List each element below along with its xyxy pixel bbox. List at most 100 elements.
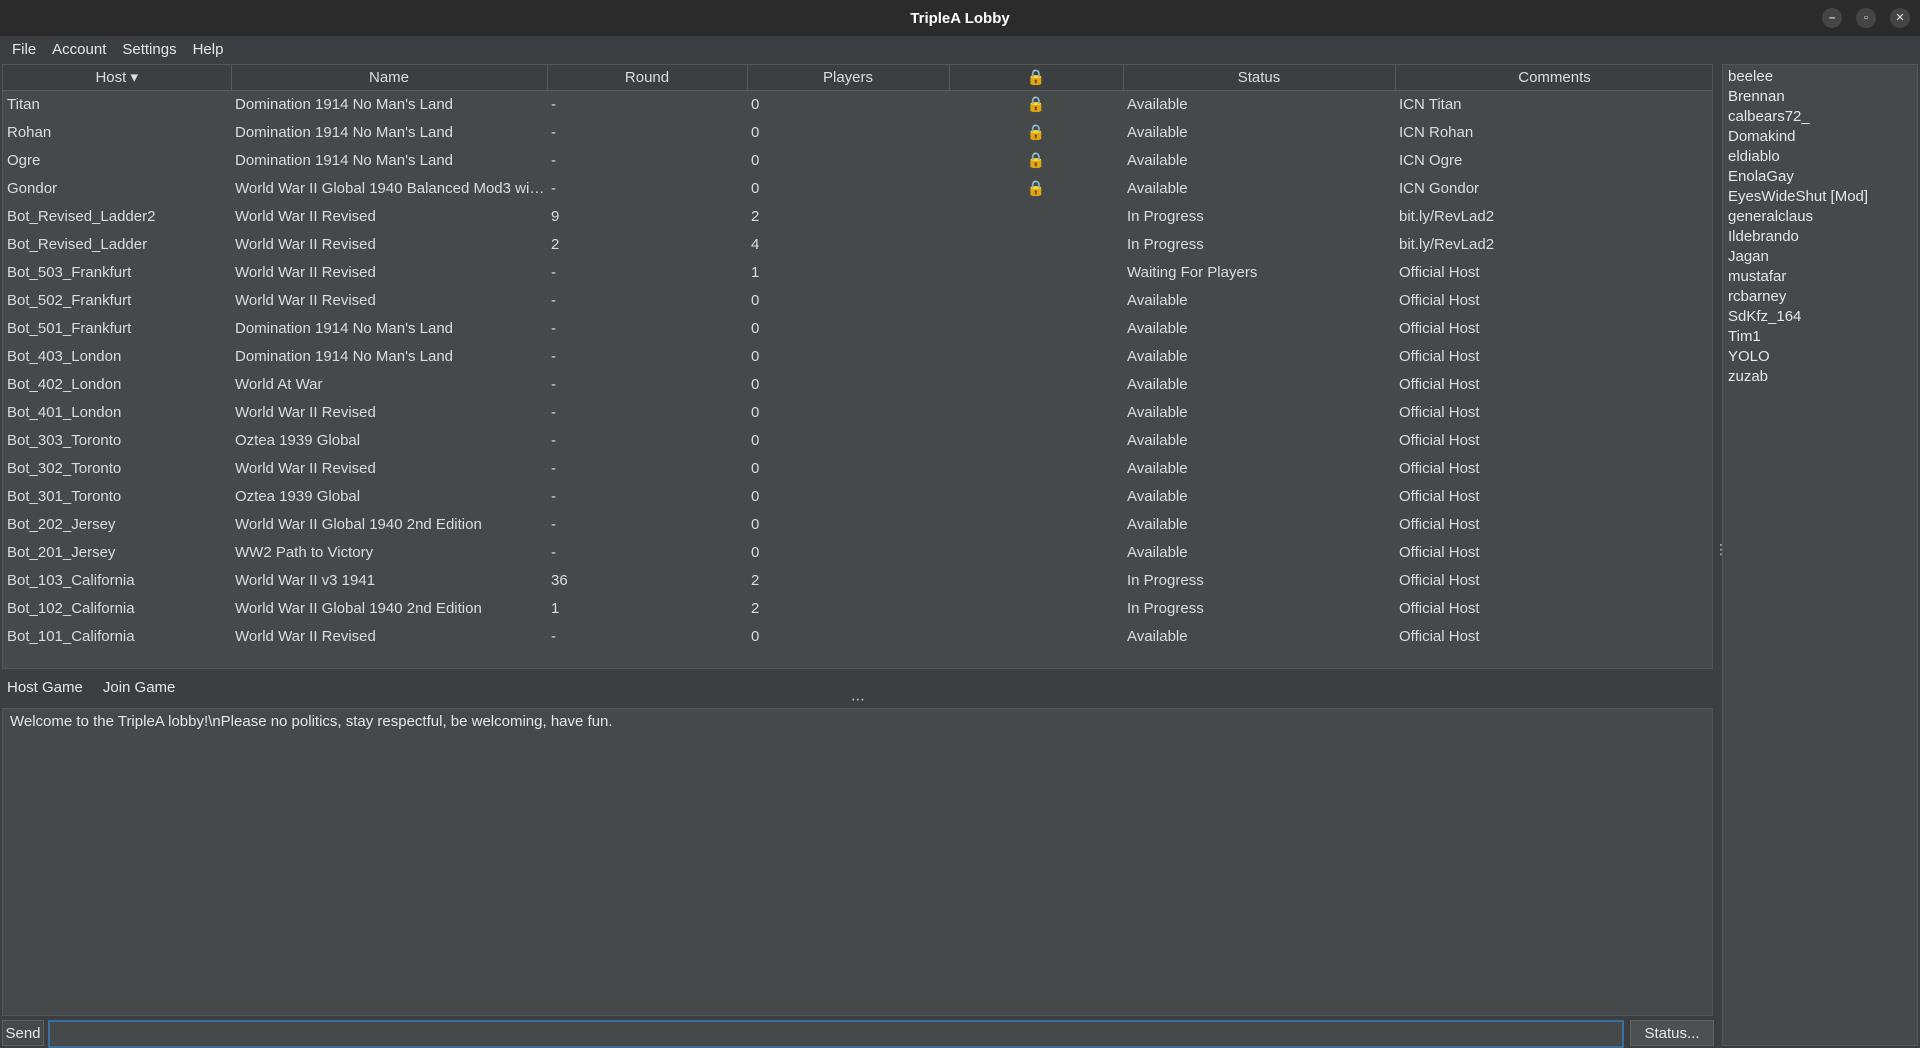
send-button[interactable]: Send [2, 1020, 44, 1046]
user-list-item[interactable]: Ildebrando [1728, 227, 1912, 247]
cell-comments: Official Host [1399, 375, 1480, 393]
cell-players: 2 [751, 207, 760, 225]
table-row[interactable]: Rohan Domination 1914 No Man's Land - 0 🔒 Ava… [3, 118, 1712, 146]
cell-host: Bot_Revised_Ladder [7, 235, 148, 253]
table-row[interactable]: Ogre Domination 1914 No Man's Land - 0 🔒 Avai… [3, 146, 1712, 174]
table-row[interactable]: Bot_502_Frankfurt World War II Revised - 0 A… [3, 286, 1712, 314]
cell-players: 0 [751, 627, 760, 645]
table-row[interactable]: Gondor World War II Global 1940 Balanced … [3, 174, 1712, 202]
lock-icon [949, 594, 1123, 622]
cell-name: World War II Revised [235, 263, 376, 281]
vertical-splitter-handle[interactable]: ⋮ [1714, 542, 1728, 566]
menu-help[interactable]: Help [185, 41, 232, 58]
column-header-status[interactable]: Status [1123, 65, 1396, 91]
column-header-players[interactable]: Players [747, 65, 950, 91]
cell-name: World War II Global 1940 Balanced Mod3 w… [235, 179, 547, 197]
user-list-item[interactable]: YOLO [1728, 347, 1912, 367]
cell-host: Ogre [7, 151, 41, 169]
menu-settings[interactable]: Settings [114, 41, 184, 58]
lock-icon [949, 538, 1123, 566]
column-header-comments[interactable]: Comments [1395, 65, 1712, 91]
user-list-item[interactable]: EyesWideShut [Mod] [1728, 187, 1912, 207]
cell-comments: Official Host [1399, 459, 1480, 477]
chat-input[interactable] [48, 1020, 1624, 1048]
game-actions-bar: Host Game Join Game [2, 676, 180, 698]
cell-players: 0 [751, 403, 760, 421]
cell-players: 0 [751, 151, 760, 169]
join-game-button[interactable]: Join Game [98, 679, 181, 696]
minimize-icon[interactable]: – [1822, 8, 1842, 28]
cell-host: Bot_503_Frankfurt [7, 263, 132, 281]
chat-input-bar: Send Status... [0, 1020, 1720, 1048]
lock-icon [949, 566, 1123, 594]
table-row[interactable]: Bot_Revised_Ladder2 World War II Revised 9… [3, 202, 1712, 230]
user-list-item[interactable]: SdKfz_164 [1728, 307, 1912, 327]
cell-status: Available [1127, 123, 1188, 141]
table-row[interactable]: Bot_Revised_Ladder World War II Revised 2 4… [3, 230, 1712, 258]
user-list-item[interactable]: mustafar [1728, 267, 1912, 287]
horizontal-splitter-handle[interactable]: ⋯ [850, 692, 866, 706]
close-icon[interactable]: ✕ [1890, 8, 1910, 28]
user-list-item[interactable]: Tim1 [1728, 327, 1912, 347]
cell-comments: ICN Titan [1399, 95, 1462, 113]
cell-host: Bot_401_London [7, 403, 122, 421]
user-list-item[interactable]: eldiablo [1728, 147, 1912, 167]
user-list-item[interactable]: EnolaGay [1728, 167, 1912, 187]
table-row[interactable]: Bot_202_Jersey World War II Global 1940 2… [3, 510, 1712, 538]
table-row[interactable]: Bot_301_Toronto Oztea 1939 Global - 0 Availa… [3, 482, 1712, 510]
cell-name: World War II Revised [235, 207, 376, 225]
user-list-item[interactable]: generalclaus [1728, 207, 1912, 227]
cell-comments: bit.ly/RevLad2 [1399, 207, 1495, 225]
table-row[interactable]: Bot_103_California World War II v3 1941 36… [3, 566, 1712, 594]
user-list-item[interactable]: Brennan [1728, 87, 1912, 107]
cell-round: - [551, 179, 556, 197]
lock-icon: 🔒 [1026, 96, 1046, 114]
cell-status: Available [1127, 151, 1188, 169]
status-button[interactable]: Status... [1630, 1020, 1714, 1046]
cell-host: Bot_402_London [7, 375, 122, 393]
column-header-lock-icon[interactable]: 🔒 [949, 65, 1124, 91]
table-row[interactable]: Titan Domination 1914 No Man's Land - 0 🔒 Ava… [3, 90, 1712, 118]
cell-players: 0 [751, 459, 760, 477]
cell-status: Waiting For Players [1127, 263, 1258, 281]
cell-comments: Official Host [1399, 627, 1480, 645]
cell-host: Bot_202_Jersey [7, 515, 116, 533]
cell-round: - [551, 347, 556, 365]
column-header-round[interactable]: Round [547, 65, 748, 91]
table-row[interactable]: Bot_503_Frankfurt World War II Revised - 1 W… [3, 258, 1712, 286]
table-row[interactable]: Bot_101_California World War II Revised - 0… [3, 622, 1712, 650]
cell-host: Bot_101_California [7, 627, 135, 645]
user-list-item[interactable]: zuzab [1728, 367, 1912, 387]
maximize-icon[interactable]: ▫ [1856, 8, 1876, 28]
column-header-host[interactable]: Host ▾ [3, 65, 232, 91]
user-list-item[interactable]: Domakind [1728, 127, 1912, 147]
user-list-item[interactable]: Jagan [1728, 247, 1912, 267]
column-header-name[interactable]: Name [231, 65, 548, 91]
user-list-item[interactable]: rcbarney [1728, 287, 1912, 307]
cell-host: Bot_301_Toronto [7, 487, 122, 505]
table-row[interactable]: Bot_102_California World War II Global 19… [3, 594, 1712, 622]
cell-name: Oztea 1939 Global [235, 431, 361, 449]
cell-status: Available [1127, 95, 1188, 113]
table-row[interactable]: Bot_401_London World War II Revised - 0 Avai… [3, 398, 1712, 426]
table-row[interactable]: Bot_201_Jersey WW2 Path to Victory - 0 Avail… [3, 538, 1712, 566]
lock-icon [949, 398, 1123, 426]
cell-players: 0 [751, 515, 760, 533]
table-row[interactable]: Bot_403_London Domination 1914 No Man's L… [3, 342, 1712, 370]
user-list-item[interactable]: beelee [1728, 67, 1912, 87]
menu-account[interactable]: Account [44, 41, 114, 58]
menu-file[interactable]: File [4, 41, 44, 58]
table-row[interactable]: Bot_402_London World At War - 0 Available Off… [3, 370, 1712, 398]
table-row[interactable]: Bot_501_Frankfurt Domination 1914 No Man'… [3, 314, 1712, 342]
cell-round: - [551, 459, 556, 477]
cell-status: Available [1127, 347, 1188, 365]
cell-round: 2 [551, 235, 560, 253]
cell-name: WW2 Path to Victory [235, 543, 374, 561]
cell-name: World War II Revised [235, 459, 376, 477]
cell-host: Gondor [7, 179, 58, 197]
table-row[interactable]: Bot_302_Toronto World War II Revised - 0 Ava… [3, 454, 1712, 482]
table-row[interactable]: Bot_303_Toronto Oztea 1939 Global - 0 Availa… [3, 426, 1712, 454]
cell-host: Bot_502_Frankfurt [7, 291, 132, 309]
host-game-button[interactable]: Host Game [2, 679, 88, 696]
user-list-item[interactable]: calbears72_ [1728, 107, 1912, 127]
